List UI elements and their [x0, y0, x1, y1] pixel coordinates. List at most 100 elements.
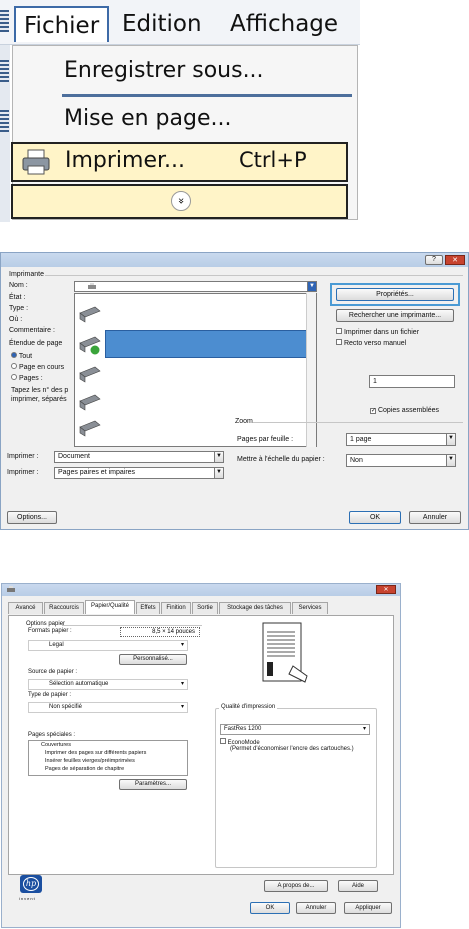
printer-list[interactable]	[74, 293, 317, 447]
about-button[interactable]: A propos de...	[264, 880, 328, 892]
ok-button[interactable]: OK	[250, 902, 290, 914]
type-label: Type :	[9, 305, 29, 312]
range-hint-line2: imprimer, séparés	[11, 396, 67, 403]
hp-tagline: invent	[19, 896, 36, 901]
tab-papier-qualite[interactable]: Papier/Qualité	[85, 600, 135, 614]
print-shortcut: Ctrl+P	[239, 148, 307, 172]
print-what-select[interactable]: Document ▼	[54, 451, 224, 463]
options-button[interactable]: Options...	[7, 511, 57, 524]
menu-item-page-setup[interactable]: Mise en page...	[64, 106, 231, 131]
expand-menu-button[interactable]: »	[11, 184, 348, 219]
print-quality-select[interactable]: FastRes 1200 ▾	[220, 724, 370, 735]
menu-bar: Fichier Edition Affichage	[0, 0, 360, 45]
scrollbar[interactable]	[306, 293, 316, 447]
special-pages-list[interactable]: Couvertures Imprimer des pages sur diffé…	[28, 740, 188, 776]
dropdown-arrow-icon[interactable]: ▼	[446, 434, 455, 445]
paper-type-select[interactable]: Non spécifié ▾	[28, 702, 188, 713]
range-pages-option[interactable]: Pages :	[11, 374, 43, 382]
range-pages-label: Pages :	[18, 375, 43, 382]
paper-size-select-value: Legal	[49, 642, 64, 648]
collate-checkbox[interactable]: ✓ Copies assemblées	[370, 407, 439, 414]
collate-label: Copies assemblées	[377, 407, 440, 414]
cancel-button[interactable]: Annuler	[409, 511, 461, 524]
tab-avance[interactable]: Avancé	[8, 602, 43, 614]
range-hint-line1: Tapez les n° des p	[11, 387, 69, 394]
help-button[interactable]: ?	[425, 255, 443, 265]
group-line	[253, 422, 463, 423]
menu-item-save-as[interactable]: Enregistrer sous...	[64, 58, 264, 83]
tab-sortie[interactable]: Sortie	[192, 602, 218, 614]
range-current-label: Page en cours	[18, 364, 65, 371]
checkbox	[336, 339, 342, 345]
custom-button[interactable]: Personnalisé...	[119, 654, 187, 665]
manual-duplex-label: Recto verso manuel	[343, 340, 407, 347]
settings-button[interactable]: Paramètres...	[119, 779, 187, 790]
tab-effets[interactable]: Effets	[136, 602, 160, 614]
print-quality-label: Qualité d'impression	[219, 704, 278, 710]
economode-hint: (Permet d'économiser l'encre des cartouc…	[230, 746, 354, 752]
toolbar-icon	[0, 60, 9, 82]
radio	[11, 363, 17, 369]
find-printer-button[interactable]: Rechercher une imprimante...	[336, 309, 454, 322]
close-button[interactable]: ✕	[376, 585, 396, 594]
scale-value: Non	[350, 457, 363, 464]
dropdown-arrow-icon[interactable]: ▼	[446, 455, 455, 466]
economode-checkbox[interactable]: EconoMode	[220, 738, 260, 746]
comment-label: Commentaire :	[9, 327, 55, 334]
name-label: Nom :	[9, 282, 28, 289]
toolbar-icon	[0, 10, 9, 32]
menu-item-print[interactable]: Imprimer... Ctrl+P	[11, 142, 348, 182]
list-item[interactable]: Pages de séparation de chapitre	[45, 766, 124, 772]
paper-source-select[interactable]: Sélection automatique ▾	[28, 679, 188, 690]
list-item-selected[interactable]	[105, 330, 316, 358]
zoom-group-label: Zoom	[235, 418, 253, 425]
pages-per-sheet-select[interactable]: 1 page ▼	[346, 433, 456, 446]
copies-input[interactable]: 1	[369, 375, 455, 388]
ok-button[interactable]: OK	[349, 511, 401, 524]
range-group-label: Étendue de page	[9, 340, 63, 347]
range-current-option[interactable]: Page en cours	[11, 363, 64, 371]
print-what-value: Document	[58, 453, 90, 460]
status-label: État :	[9, 294, 26, 301]
manual-duplex-checkbox[interactable]: Recto verso manuel	[336, 339, 406, 347]
scale-select[interactable]: Non ▼	[346, 454, 456, 467]
properties-highlight	[330, 283, 460, 306]
chevron-down-icon: ▾	[362, 726, 366, 732]
print-quality-value: FastRes 1200	[224, 726, 262, 732]
print-select[interactable]: Pages paires et impaires ▼	[54, 467, 224, 479]
paper-size-select[interactable]: Legal ▾	[28, 640, 188, 651]
dropdown-arrow-icon[interactable]: ▼	[214, 452, 223, 462]
list-item[interactable]: Imprimer des pages sur différents papier…	[45, 750, 146, 756]
tab-stockage[interactable]: Stockage des tâches	[219, 602, 291, 614]
print-to-file-checkbox[interactable]: Imprimer dans un fichier	[336, 328, 419, 336]
print-label: Imprimer :	[7, 469, 39, 476]
menu-tab-fichier[interactable]: Fichier	[14, 6, 110, 42]
cancel-button[interactable]: Annuler	[296, 902, 336, 914]
paper-sizes-label: Formats papier :	[28, 628, 72, 634]
menu-tab-affichage[interactable]: Affichage	[222, 6, 346, 42]
list-item[interactable]: Insérer feuilles vierges/préimprimées	[45, 758, 135, 764]
tab-raccourcis[interactable]: Raccourcis	[44, 602, 84, 614]
paper-options-label: Options papier	[26, 621, 66, 627]
printer-select[interactable]: ▼	[74, 281, 317, 292]
printer-group-label: Imprimante	[9, 271, 45, 278]
printer-icon	[88, 283, 96, 289]
printer-icons-column	[79, 306, 101, 437]
hp-logo: hp	[20, 875, 42, 893]
chevron-down-icon: ▾	[180, 681, 184, 687]
print-what-label: Imprimer :	[7, 453, 39, 460]
range-all-option[interactable]: Tout	[11, 352, 32, 360]
paper-source-value: Sélection automatique	[49, 681, 109, 687]
list-item[interactable]: Couvertures	[41, 742, 71, 748]
apply-button[interactable]: Appliquer	[344, 902, 392, 914]
tab-services[interactable]: Services	[292, 602, 328, 614]
close-button[interactable]: ✕	[445, 255, 465, 265]
paper-source-label: Source de papier :	[28, 669, 78, 675]
menu-tab-edition[interactable]: Edition	[114, 6, 210, 42]
tab-finition[interactable]: Finition	[161, 602, 191, 614]
dropdown-arrow-icon[interactable]: ▼	[307, 282, 316, 291]
dropdown-arrow-icon[interactable]: ▼	[214, 468, 223, 478]
help-button[interactable]: Aide	[338, 880, 378, 892]
paper-type-label: Type de papier :	[28, 692, 72, 698]
print-label: Imprimer...	[65, 148, 186, 173]
